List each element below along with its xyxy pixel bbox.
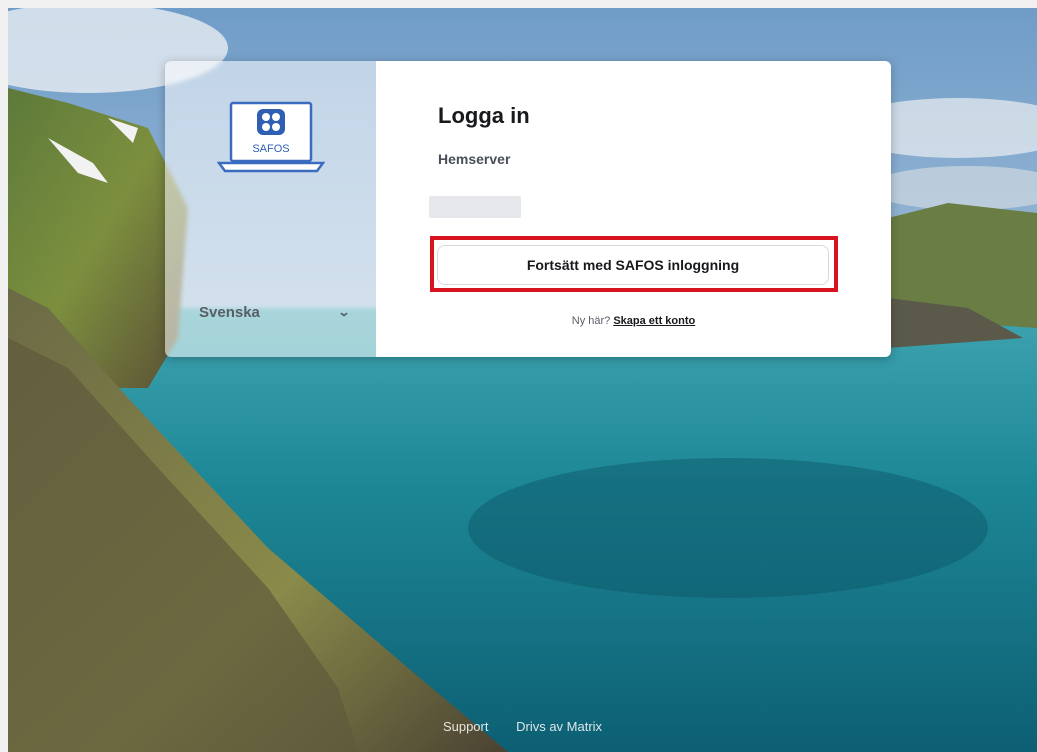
page-title: Logga in	[438, 103, 530, 128]
homeserver-label: Hemserver	[438, 151, 511, 167]
support-link[interactable]: Support	[443, 719, 489, 734]
sso-login-button[interactable]: Fortsätt med SAFOS inloggning	[437, 245, 829, 285]
logo-text: SAFOS	[252, 143, 289, 155]
language-selector[interactable]: Svenska ⌄	[199, 301, 351, 323]
chevron-down-icon: ⌄	[337, 305, 351, 319]
create-account-link[interactable]: Skapa ett konto	[613, 315, 695, 327]
homeserver-value	[429, 196, 521, 218]
login-form-panel: Logga in Hemserver Fortsätt med SAFOS in…	[376, 61, 891, 357]
signup-row: Ny här? Skapa ett konto	[376, 315, 891, 327]
signup-prompt: Ny här?	[571, 315, 611, 327]
page: SAFOS Svenska ⌄ Logga in Hemserver Forts…	[8, 8, 1037, 752]
laptop-logo-icon: SAFOS	[217, 101, 325, 173]
powered-by-matrix-link[interactable]: Drivs av Matrix	[516, 719, 602, 734]
login-card: SAFOS Svenska ⌄ Logga in Hemserver Forts…	[165, 61, 891, 357]
language-label: Svenska	[199, 303, 260, 321]
footer: Support Drivs av Matrix	[8, 719, 1037, 734]
branding-panel: SAFOS Svenska ⌄	[165, 61, 376, 357]
